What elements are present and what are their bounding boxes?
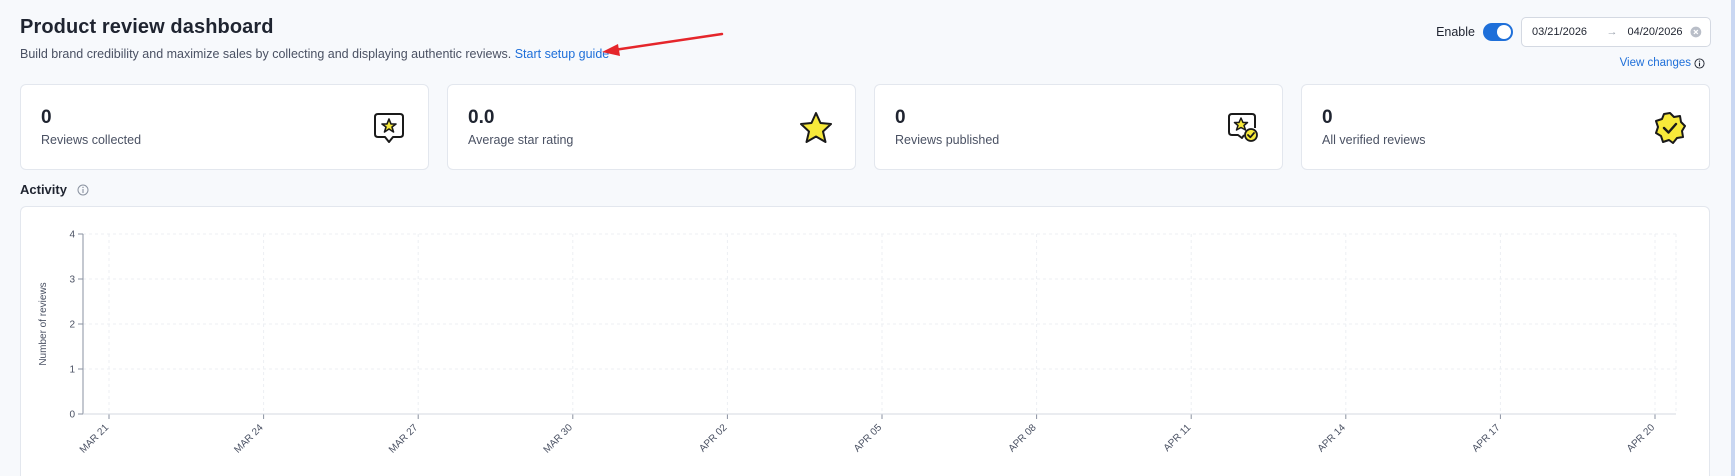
- x-tick-label: APR 08: [1007, 422, 1039, 454]
- y-tick-label: 4: [69, 230, 75, 241]
- chat-star-check-icon: [1228, 113, 1258, 142]
- x-tick-label: APR 05: [852, 422, 884, 454]
- x-tick-label: MAR 30: [542, 422, 576, 456]
- x-tick-label: MAR 27: [387, 422, 421, 456]
- x-tick-label: APR 20: [1625, 422, 1657, 454]
- toggle-knob: [1497, 25, 1511, 39]
- clear-date-icon[interactable]: [1690, 26, 1702, 38]
- header-controls: Enable 03/21/2026 → 04/20/2026: [1436, 17, 1711, 47]
- activity-chart: 0 1 2 3 4 MAR 21 MAR 24 MAR 27 MAR 30 APR 02 APR 0…: [38, 230, 1677, 456]
- page-scrollbar[interactable]: [1731, 0, 1735, 476]
- verified-reviews-card: 0 All verified reviews: [1301, 84, 1710, 170]
- x-tick-label: MAR 21: [78, 422, 112, 456]
- x-tick-label: MAR 24: [232, 422, 266, 456]
- stat-cards: 0 Reviews collected 0.0 Average star rat…: [20, 84, 1710, 170]
- page-header: Product review dashboard Build brand cre…: [20, 16, 609, 61]
- chat-star-icon: [374, 113, 404, 143]
- view-changes-link[interactable]: View changes: [1620, 57, 1705, 69]
- activity-title: Activity: [20, 182, 67, 197]
- info-icon: [1694, 57, 1705, 69]
- date-separator: →: [1606, 26, 1618, 38]
- star-icon: [800, 112, 832, 143]
- start-setup-guide-link[interactable]: Start setup guide: [515, 47, 610, 61]
- card-value: 0: [895, 107, 906, 128]
- card-label: Average star rating: [468, 133, 574, 147]
- enable-toggle[interactable]: [1483, 23, 1513, 41]
- x-tick-label: APR 11: [1162, 422, 1194, 454]
- annotation-arrow-icon: [602, 32, 724, 56]
- card-value: 0: [1322, 107, 1333, 128]
- info-icon[interactable]: [77, 184, 89, 196]
- view-changes-label[interactable]: View changes: [1620, 57, 1691, 69]
- reviews-published-card: 0 Reviews published: [874, 84, 1283, 170]
- y-tick-label: 0: [69, 410, 75, 421]
- y-axis-label: Number of reviews: [38, 282, 49, 365]
- y-tick-label: 3: [69, 275, 75, 286]
- average-rating-card: 0.0 Average star rating: [447, 84, 856, 170]
- enable-label: Enable: [1436, 25, 1475, 39]
- page-subtitle: Build brand credibility and maximize sal…: [20, 47, 609, 61]
- activity-heading: Activity: [20, 182, 89, 197]
- card-value: 0: [41, 107, 52, 128]
- x-tick-label: APR 02: [697, 422, 729, 454]
- reviews-collected-card: 0 Reviews collected: [20, 84, 429, 170]
- card-label: All verified reviews: [1322, 133, 1426, 147]
- activity-chart-panel: 0 1 2 3 4 MAR 21 MAR 24 MAR 27 MAR 30 APR 02 APR 0…: [20, 206, 1710, 476]
- card-label: Reviews published: [895, 133, 1000, 147]
- subtitle-text: Build brand credibility and maximize sal…: [20, 47, 512, 61]
- page-title: Product review dashboard: [20, 16, 274, 38]
- x-tick-label: APR 14: [1316, 422, 1348, 454]
- card-value: 0.0: [468, 107, 495, 128]
- card-label: Reviews collected: [41, 133, 142, 147]
- date-end[interactable]: 04/20/2026: [1628, 26, 1689, 38]
- verified-badge-icon: [1655, 112, 1686, 144]
- date-range-picker[interactable]: 03/21/2026 → 04/20/2026: [1521, 17, 1711, 47]
- x-tick-label: APR 17: [1470, 422, 1502, 454]
- date-start[interactable]: 03/21/2026: [1532, 26, 1605, 38]
- y-tick-label: 2: [69, 320, 75, 331]
- y-tick-label: 1: [69, 365, 75, 376]
